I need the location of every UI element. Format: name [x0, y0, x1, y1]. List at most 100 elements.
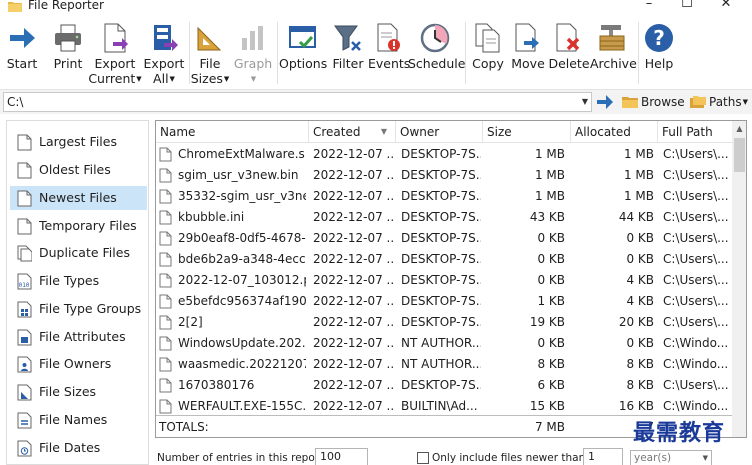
toolbar-separator: [638, 22, 639, 84]
cell-size: 1 MB: [534, 168, 565, 182]
file-icon: [159, 336, 172, 351]
sidebar-item-temporary-files[interactable]: Temporary Files: [10, 214, 147, 238]
cell-created: 2022-12-07 ...: [313, 399, 393, 413]
move-button[interactable]: Move: [509, 18, 547, 90]
minimize-button[interactable]: –: [634, 0, 664, 13]
events-document-icon: [377, 23, 400, 52]
title-bar: File Reporter – ☐ ✕: [0, 0, 752, 14]
table-row[interactable]: ChromeExtMalware.s... 2022-12-07 ... DES…: [156, 144, 732, 165]
graph-button[interactable]: Graph ▼: [232, 18, 274, 90]
cell-full-path: C:\Users\...: [663, 378, 729, 392]
cell-owner: NT AUTHOR...: [401, 336, 481, 350]
sidebar-item-file-names[interactable]: File Names: [10, 408, 147, 432]
table-row[interactable]: 35332-sgim_usr_v3ne... 2022-12-07 ... DE…: [156, 186, 732, 207]
paths-button[interactable]: Paths▼: [690, 93, 748, 111]
start-arrow-icon: [10, 28, 35, 48]
newer-than-unit-select[interactable]: year(s) ▼: [630, 450, 712, 465]
sidebar-item-file-attributes[interactable]: File Attributes: [10, 325, 147, 349]
export-all-button[interactable]: Export All▼: [142, 18, 186, 90]
table-row[interactable]: e5befdc956374af190... 2022-12-07 ... DES…: [156, 291, 732, 312]
table-row[interactable]: 1670380176 2022-12-07 ... DESKTOP-7S... …: [156, 375, 732, 396]
cell-size: 15 KB: [529, 399, 565, 413]
scroll-up-icon[interactable]: ▲: [732, 121, 746, 137]
report-document-icon: [17, 218, 32, 235]
go-arrow-icon[interactable]: [596, 93, 614, 111]
sidebar-item-file-type-groups[interactable]: File Type Groups: [10, 297, 147, 321]
cell-created: 2022-12-07 ...: [313, 189, 393, 203]
newer-than-checkbox[interactable]: [417, 452, 429, 464]
column-header-owner[interactable]: Owner: [396, 121, 483, 143]
duplicate-documents-icon: [17, 245, 32, 262]
sidebar-item-duplicate-files[interactable]: Duplicate Files: [10, 241, 147, 265]
table-row[interactable]: WERFAULT.EXE-155C... 2022-12-07 ... BUIL…: [156, 396, 732, 417]
column-header-full-path[interactable]: Full Path: [658, 121, 732, 143]
table-row[interactable]: WindowsUpdate.202... 2022-12-07 ... NT A…: [156, 333, 732, 354]
cell-name: 35332-sgim_usr_v3ne...: [178, 189, 306, 203]
copy-documents-icon: [475, 23, 500, 53]
column-header-size[interactable]: Size: [483, 121, 571, 143]
cell-owner: DESKTOP-7S...: [401, 252, 481, 266]
maximize-button[interactable]: ☐: [672, 0, 702, 13]
cell-owner: DESKTOP-7S...: [401, 231, 481, 245]
archive-button[interactable]: Archive: [590, 18, 637, 90]
entries-count-input[interactable]: 100: [315, 448, 368, 465]
browse-button[interactable]: Browse: [622, 93, 685, 111]
events-button[interactable]: Events: [368, 18, 410, 90]
cell-size: 1 MB: [534, 189, 565, 203]
cell-name: 29b0eaf8-0df5-4678-...: [178, 231, 306, 245]
column-header-created[interactable]: Created ▼: [309, 121, 396, 143]
cell-allocated: 1 MB: [623, 147, 654, 161]
printer-icon: [55, 24, 81, 52]
sidebar-item-file-sizes[interactable]: File Sizes: [10, 380, 147, 404]
schedule-button[interactable]: Schedule: [408, 18, 465, 90]
sidebar-item-oldest-files[interactable]: Oldest Files: [10, 158, 147, 182]
file-sizes-button[interactable]: File Sizes▼: [190, 18, 230, 90]
table-row[interactable]: bde6b2a9-a348-4ecc... 2022-12-07 ... DES…: [156, 249, 732, 270]
filter-button[interactable]: Filter: [329, 18, 367, 90]
toolbar-separator: [465, 22, 466, 84]
sidebar-item-file-types[interactable]: 010 File Types: [10, 269, 147, 293]
export-current-button[interactable]: Export Current▼: [88, 18, 142, 90]
file-sizes-icon: [17, 384, 32, 401]
sidebar-item-newest-files[interactable]: Newest Files: [10, 186, 147, 210]
cell-created: 2022-12-07 ...: [313, 147, 393, 161]
newer-than-input[interactable]: 1: [583, 448, 623, 465]
file-icon: [159, 252, 172, 267]
table-row[interactable]: 29b0eaf8-0df5-4678-... 2022-12-07 ... DE…: [156, 228, 732, 249]
table-row[interactable]: sgim_usr_v3new.bin 2022-12-07 ... DESKTO…: [156, 165, 732, 186]
cell-full-path: C:\Users\...: [663, 294, 729, 308]
cell-allocated: 8 KB: [626, 378, 654, 392]
path-dropdown-icon[interactable]: ▼: [582, 93, 588, 111]
cell-name: kbubble.ini: [178, 210, 245, 224]
close-button[interactable]: ✕: [711, 0, 741, 13]
sidebar-item-largest-files[interactable]: Largest Files: [10, 130, 147, 154]
print-button[interactable]: Print: [48, 18, 88, 90]
cell-allocated: 4 KB: [626, 273, 654, 287]
help-question-icon: ?: [645, 24, 673, 52]
table-row[interactable]: 2[2] 2022-12-07 ... DESKTOP-7S... 19 KB …: [156, 312, 732, 333]
start-button[interactable]: Start: [2, 18, 42, 90]
options-button[interactable]: Options: [279, 18, 327, 90]
vertical-scrollbar[interactable]: ▲: [732, 121, 746, 437]
cell-created: 2022-12-07 ...: [313, 378, 393, 392]
bar-graph-icon: [242, 26, 263, 50]
report-sidebar: Largest Files Oldest Files Newest Files …: [6, 120, 149, 465]
path-input[interactable]: C:\ ▼: [3, 92, 592, 112]
grid-header: Name Created ▼ Owner Size Allocated Full …: [156, 121, 732, 143]
archive-clamp-icon: [599, 25, 625, 51]
table-row[interactable]: 2022-12-07_103012.p... 2022-12-07 ... DE…: [156, 270, 732, 291]
sidebar-item-file-owners[interactable]: File Owners: [10, 352, 147, 376]
svg-text:010: 010: [19, 282, 30, 289]
file-icon: [159, 210, 172, 225]
delete-button[interactable]: Delete: [548, 18, 590, 90]
column-header-name[interactable]: Name: [156, 121, 309, 143]
scroll-thumb[interactable]: [734, 138, 745, 172]
copy-button[interactable]: Copy: [469, 18, 507, 90]
file-icon: [159, 147, 172, 162]
column-header-allocated[interactable]: Allocated: [571, 121, 658, 143]
file-icon: [159, 273, 172, 288]
table-row[interactable]: kbubble.ini 2022-12-07 ... DESKTOP-7S...…: [156, 207, 732, 228]
sidebar-item-file-dates[interactable]: File Dates: [10, 436, 147, 460]
table-row[interactable]: waasmedic.20221207... 2022-12-07 ... NT …: [156, 354, 732, 375]
help-button[interactable]: ? Help: [640, 18, 678, 90]
